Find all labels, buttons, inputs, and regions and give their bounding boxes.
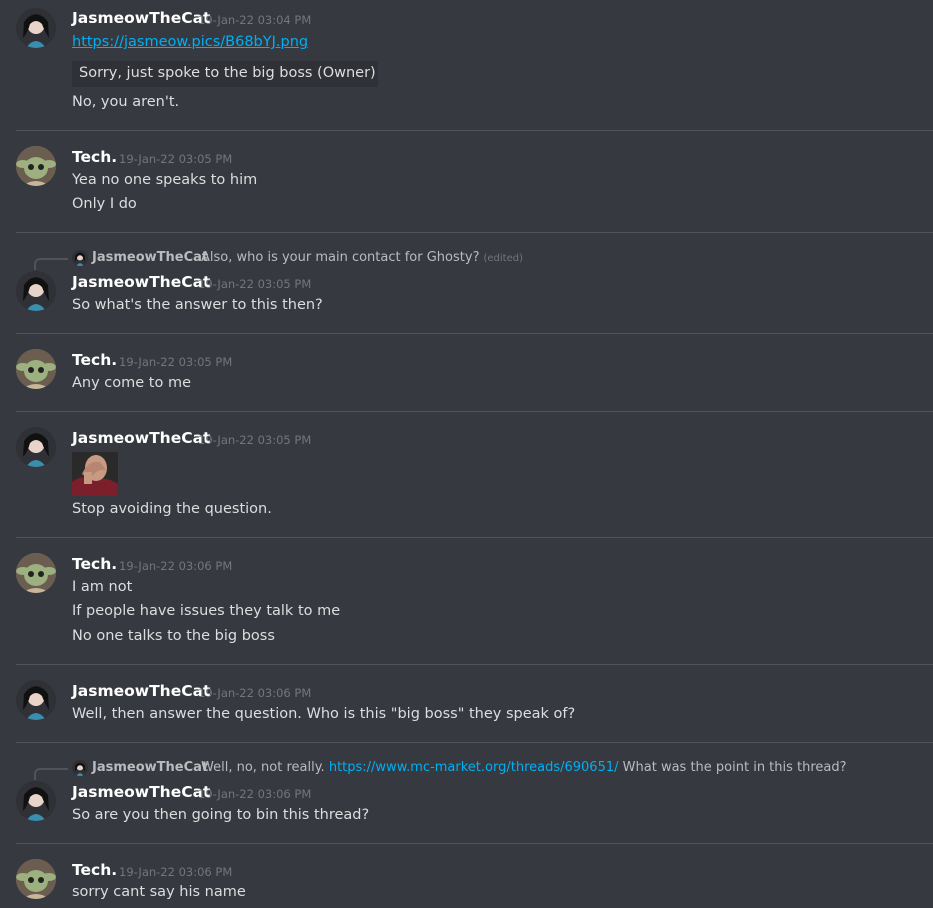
message-text: Yea no one speaks to him xyxy=(72,172,258,188)
avatar[interactable] xyxy=(16,349,56,389)
reply-spine xyxy=(34,258,68,270)
timestamp: 19-Jan-22 03:04 PM xyxy=(198,13,312,27)
reply-preview[interactable]: Also, who is your main contact for Ghost… xyxy=(201,250,523,265)
avatar[interactable] xyxy=(16,859,56,899)
timestamp: 19-Jan-22 03:06 PM xyxy=(119,559,233,573)
avatar[interactable] xyxy=(16,271,56,311)
reply-preview-text: Also, who is your main contact for Ghost… xyxy=(201,250,480,265)
message-text: So what's the answer to this then? xyxy=(72,297,323,313)
facepalm-image[interactable] xyxy=(72,452,118,496)
avatar[interactable] xyxy=(16,553,56,593)
reply-preview-text: What was the point in this thread? xyxy=(622,760,847,775)
message-text: No one talks to the big boss xyxy=(72,628,275,644)
message-text: Stop avoiding the question. xyxy=(72,501,272,517)
timestamp: 19-Jan-22 03:05 PM xyxy=(198,277,312,291)
chat-log: JasmeowTheCat 19-Jan-22 03:04 PM https:/… xyxy=(0,0,933,908)
author-name[interactable]: Tech. xyxy=(72,861,117,879)
author-name[interactable]: JasmeowTheCat xyxy=(72,9,210,27)
timestamp: 19-Jan-22 03:06 PM xyxy=(119,865,233,879)
divider xyxy=(16,664,933,665)
author-name[interactable]: JasmeowTheCat xyxy=(72,783,210,801)
message-text: I am not xyxy=(72,579,133,595)
avatar[interactable] xyxy=(16,146,56,186)
message-text: Any come to me xyxy=(72,375,192,391)
timestamp: 19-Jan-22 03:06 PM xyxy=(198,686,312,700)
author-name[interactable]: JasmeowTheCat xyxy=(72,273,210,291)
divider xyxy=(16,411,933,412)
divider xyxy=(16,843,933,844)
divider xyxy=(16,537,933,538)
message-link[interactable]: https://jasmeow.pics/B68bYJ.png xyxy=(72,34,308,50)
timestamp: 19-Jan-22 03:05 PM xyxy=(198,433,312,447)
author-name[interactable]: JasmeowTheCat xyxy=(72,682,210,700)
avatar[interactable] xyxy=(16,680,56,720)
reply-preview[interactable]: Well, no, not really. https://www.mc-mar… xyxy=(201,760,847,775)
avatar[interactable] xyxy=(16,8,56,48)
reply-spine xyxy=(34,768,68,780)
reply-link[interactable]: https://www.mc-market.org/threads/690651… xyxy=(329,760,619,775)
reply-avatar[interactable] xyxy=(72,760,88,776)
timestamp: 19-Jan-22 03:05 PM xyxy=(119,152,233,166)
reply-author[interactable]: JasmeowTheCat xyxy=(92,250,208,265)
author-name[interactable]: Tech. xyxy=(72,351,117,369)
message-text: Well, then answer the question. Who is t… xyxy=(72,706,576,722)
author-name[interactable]: JasmeowTheCat xyxy=(72,429,210,447)
divider xyxy=(16,333,933,334)
message-text: If people have issues they talk to me xyxy=(72,603,341,619)
avatar[interactable] xyxy=(16,781,56,821)
avatar[interactable] xyxy=(16,427,56,467)
quote-text: Sorry, just spoke to the big boss (Owner… xyxy=(79,65,376,81)
message-text: So are you then going to bin this thread… xyxy=(72,807,370,823)
timestamp: 19-Jan-22 03:05 PM xyxy=(119,355,233,369)
edited-label: (edited) xyxy=(483,253,523,264)
message-text: sorry cant say his name xyxy=(72,884,246,900)
reply-preview-text: Well, no, not really. xyxy=(201,760,325,775)
message-text: Only I do xyxy=(72,196,137,212)
reply-avatar[interactable] xyxy=(72,250,88,266)
author-name[interactable]: Tech. xyxy=(72,148,117,166)
divider xyxy=(16,232,933,233)
author-name[interactable]: Tech. xyxy=(72,555,117,573)
divider xyxy=(16,742,933,743)
message-text: No, you aren't. xyxy=(72,94,180,110)
divider xyxy=(16,130,933,131)
timestamp: 19-Jan-22 03:06 PM xyxy=(198,787,312,801)
reply-author[interactable]: JasmeowTheCat xyxy=(92,760,208,775)
